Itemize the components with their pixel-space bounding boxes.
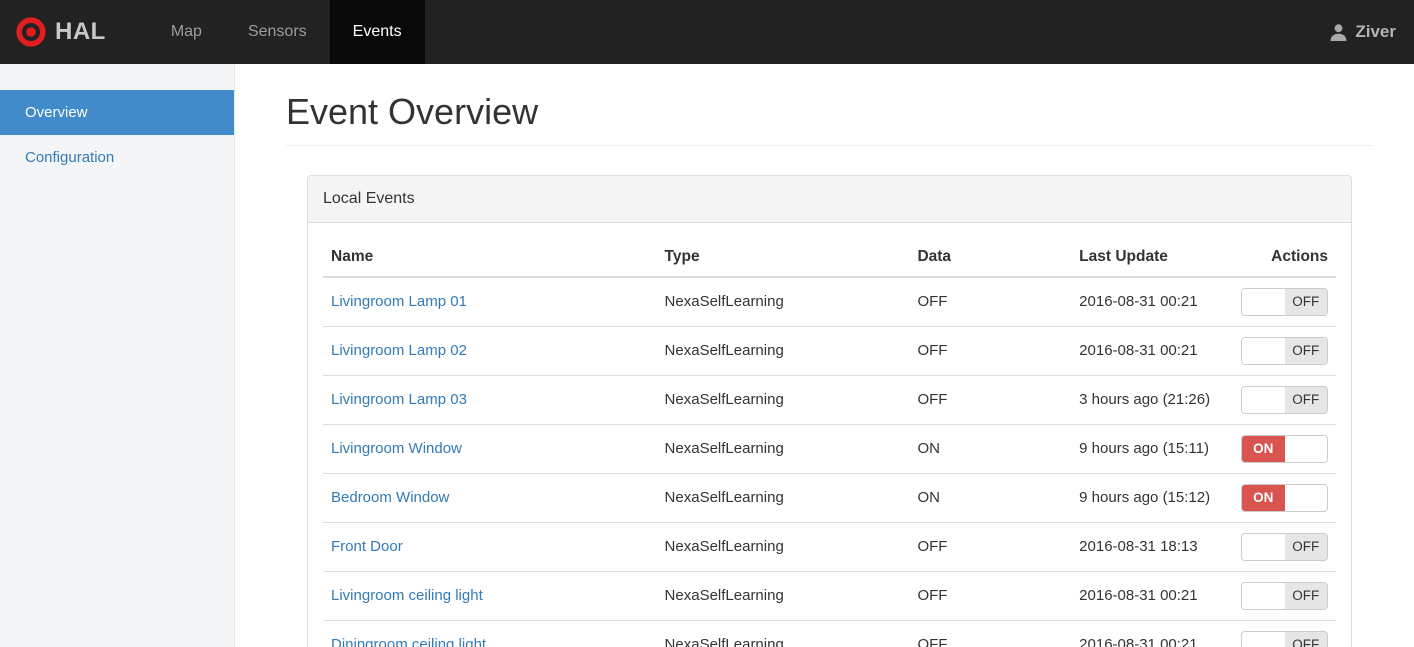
event-type: NexaSelfLearning	[656, 620, 910, 647]
event-name-link[interactable]: Livingroom Window	[331, 440, 462, 457]
local-events-panel: Local Events Name Type Data Last Update …	[307, 175, 1352, 647]
event-name-link[interactable]: Livingroom Lamp 01	[331, 293, 467, 310]
event-type: NexaSelfLearning	[656, 473, 910, 523]
event-last-update: 2016-08-31 18:13	[1071, 522, 1233, 572]
column-header-name: Name	[323, 238, 657, 278]
toggle-on-side: ON	[1242, 436, 1285, 462]
sidebar-item-overview[interactable]: Overview	[0, 90, 234, 135]
event-name-link[interactable]: Front Door	[331, 538, 403, 555]
event-name-link[interactable]: Bedroom Window	[331, 489, 449, 506]
table-row: Livingroom Lamp 01 NexaSelfLearning OFF …	[323, 276, 1336, 327]
event-data: ON	[909, 424, 1072, 474]
events-table: Name Type Data Last Update Actions Livin…	[323, 238, 1336, 647]
event-last-update: 9 hours ago (15:12)	[1071, 473, 1233, 523]
toggle-off-side: OFF	[1284, 289, 1327, 315]
toggle-on-side	[1242, 632, 1285, 647]
nav-item-map[interactable]: Map	[148, 0, 225, 64]
toggle-switch[interactable]: ON	[1241, 484, 1328, 512]
user-name: Ziver	[1355, 22, 1396, 41]
event-data: OFF	[909, 571, 1072, 621]
event-type: NexaSelfLearning	[656, 571, 910, 621]
table-header-row: Name Type Data Last Update Actions	[323, 238, 1336, 278]
event-type: NexaSelfLearning	[656, 375, 910, 425]
toggle-on-side	[1242, 534, 1285, 560]
sidebar-list: Overview Configuration	[0, 90, 234, 180]
user-icon	[1329, 23, 1348, 42]
toggle-switch[interactable]: OFF	[1241, 288, 1328, 316]
toggle-on-side	[1242, 583, 1285, 609]
event-data: OFF	[909, 620, 1072, 647]
event-last-update: 2016-08-31 00:21	[1071, 571, 1233, 621]
event-last-update: 2016-08-31 00:21	[1071, 620, 1233, 647]
brand-label: HAL	[55, 18, 106, 45]
toggle-switch[interactable]: OFF	[1241, 337, 1328, 365]
toggle-off-side: OFF	[1284, 534, 1327, 560]
toggle-switch[interactable]: OFF	[1241, 533, 1328, 561]
page-title: Event Overview	[286, 91, 1373, 146]
event-name-link[interactable]: Diningroom ceiling light	[331, 636, 486, 647]
table-row: Livingroom Lamp 02 NexaSelfLearning OFF …	[323, 326, 1336, 376]
toggle-switch[interactable]: OFF	[1241, 631, 1328, 647]
panel-title: Local Events	[308, 176, 1351, 223]
toggle-off-side: OFF	[1284, 338, 1327, 364]
event-data: OFF	[909, 522, 1072, 572]
event-name-link[interactable]: Livingroom ceiling light	[331, 587, 483, 604]
toggle-on-side	[1242, 338, 1285, 364]
column-header-type: Type	[656, 238, 910, 278]
bullseye-icon	[16, 17, 46, 47]
event-name-link[interactable]: Livingroom Lamp 02	[331, 342, 467, 359]
column-header-data: Data	[909, 238, 1072, 278]
event-name-link[interactable]: Livingroom Lamp 03	[331, 391, 467, 408]
column-header-actions: Actions	[1232, 238, 1336, 278]
toggle-on-side	[1242, 387, 1285, 413]
navbar-menu: Map Sensors Events	[148, 0, 425, 64]
event-data: OFF	[909, 326, 1072, 376]
brand[interactable]: HAL	[0, 0, 120, 64]
toggle-off-side	[1284, 485, 1327, 511]
toggle-off-side: OFF	[1284, 387, 1327, 413]
event-data: OFF	[909, 276, 1072, 327]
table-row: Livingroom Lamp 03 NexaSelfLearning OFF …	[323, 375, 1336, 425]
nav-item-sensors[interactable]: Sensors	[225, 0, 330, 64]
event-type: NexaSelfLearning	[656, 276, 910, 327]
table-row: Livingroom ceiling light NexaSelfLearnin…	[323, 571, 1336, 621]
table-row: Livingroom Window NexaSelfLearning ON 9 …	[323, 424, 1336, 474]
toggle-off-side: OFF	[1284, 632, 1327, 647]
main-content: Event Overview Local Events Name Type Da…	[236, 91, 1414, 647]
event-data: ON	[909, 473, 1072, 523]
table-row: Diningroom ceiling light NexaSelfLearnin…	[323, 620, 1336, 647]
toggle-off-side: OFF	[1284, 583, 1327, 609]
toggle-switch[interactable]: OFF	[1241, 582, 1328, 610]
event-last-update: 9 hours ago (15:11)	[1071, 424, 1233, 474]
column-header-last-update: Last Update	[1071, 238, 1233, 278]
table-row: Bedroom Window NexaSelfLearning ON 9 hou…	[323, 473, 1336, 523]
sidebar: Overview Configuration	[0, 64, 235, 647]
nav-item-events[interactable]: Events	[329, 0, 425, 64]
toggle-on-side	[1242, 289, 1285, 315]
user-menu[interactable]: Ziver	[1311, 0, 1414, 64]
event-type: NexaSelfLearning	[656, 522, 910, 572]
top-navbar: HAL Map Sensors Events Ziver	[0, 0, 1414, 64]
event-data: OFF	[909, 375, 1072, 425]
toggle-switch[interactable]: ON	[1241, 435, 1328, 463]
event-type: NexaSelfLearning	[656, 424, 910, 474]
event-last-update: 3 hours ago (21:26)	[1071, 375, 1233, 425]
table-row: Front Door NexaSelfLearning OFF 2016-08-…	[323, 522, 1336, 572]
toggle-switch[interactable]: OFF	[1241, 386, 1328, 414]
toggle-on-side: ON	[1242, 485, 1285, 511]
event-last-update: 2016-08-31 00:21	[1071, 326, 1233, 376]
toggle-off-side	[1284, 436, 1327, 462]
panel-body: Name Type Data Last Update Actions Livin…	[308, 223, 1351, 647]
sidebar-item-configuration[interactable]: Configuration	[0, 135, 234, 180]
event-last-update: 2016-08-31 00:21	[1071, 276, 1233, 327]
panel-wrapper: Local Events Name Type Data Last Update …	[286, 146, 1373, 647]
event-type: NexaSelfLearning	[656, 326, 910, 376]
